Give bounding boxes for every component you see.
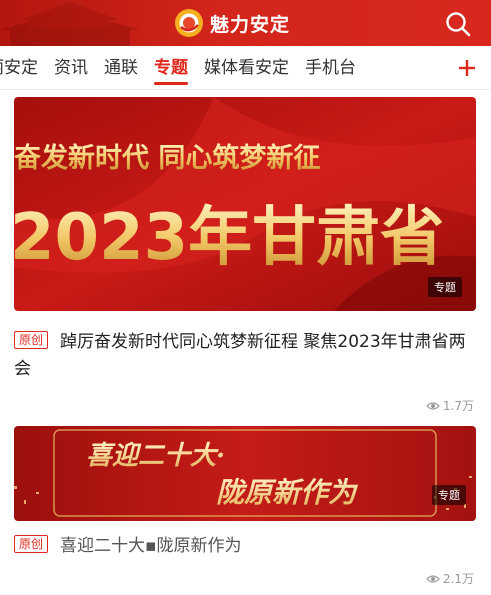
banner-artwork: 奋发新时代 同心筑梦新征 2023年甘肃省 [14,97,476,311]
feed-item[interactable]: 奋发新时代 同心筑梦新征 2023年甘肃省 专题 原创 踔厉奋发新时代同心筑梦新征… [14,97,476,414]
tab-correspondent[interactable]: 通联 [96,46,146,89]
feed-item-title[interactable]: 踔厉奋发新时代同心筑梦新征程 聚焦2023年甘肃省两会 [14,332,466,379]
feed-item[interactable]: 喜迎二十大· 陇原新作为 专题 原创 喜迎二十大▪陇原新作为 2.1万 [14,426,476,587]
tab-beautiful-anding[interactable]: 美丽安定 [0,46,46,89]
tab-special-topics[interactable]: 专题 [146,46,196,89]
app-title: 魅力安定 [210,13,291,36]
view-count-value: 2.1万 [442,572,474,586]
add-channel-button[interactable] [442,46,491,89]
eye-icon [426,574,440,583]
feed-item-title-row[interactable]: 原创 喜迎二十大▪陇原新作为 [14,533,476,560]
view-count: 2.1万 [14,570,476,587]
banner-headline-line2: 2023年甘肃省 [14,201,444,275]
original-tag: 原创 [14,331,49,349]
banner-artwork: 喜迎二十大· 陇原新作为 [14,426,476,521]
tab-mobile-tv[interactable]: 手机台 [297,46,364,89]
feed-item-banner[interactable]: 奋发新时代 同心筑梦新征 2023年甘肃省 专题 [14,97,476,311]
feed-item-title[interactable]: 喜迎二十大▪陇原新作为 [60,536,242,556]
brand-logo-icon [175,9,203,37]
topic-badge: 专题 [428,277,462,297]
feed-item-title-row[interactable]: 原创 踔厉奋发新时代同心筑梦新征程 聚焦2023年甘肃省两会 [14,329,476,383]
view-count-value: 1.7万 [442,399,474,413]
topic-badge: 专题 [432,485,466,505]
tiananmen-silhouette-icon [0,2,140,46]
tab-news[interactable]: 资讯 [46,46,96,89]
search-icon[interactable] [444,10,472,38]
banner-headline-line2: 陇原新作为 [216,476,359,509]
tab-fade-overlay [405,46,445,89]
channel-tab-strip[interactable]: 美丽安定 资讯 通联 专题 媒体看安定 手机台 [0,46,364,89]
tab-media-on-anding[interactable]: 媒体看安定 [196,46,297,89]
channel-tab-bar: 美丽安定 资讯 通联 专题 媒体看安定 手机台 [0,46,491,90]
eye-icon [426,401,440,410]
view-count: 1.7万 [14,397,476,414]
feed-item-banner[interactable]: 喜迎二十大· 陇原新作为 专题 [14,426,476,521]
app-brand: 魅力安定 [174,8,290,38]
banner-headline-line1: 奋发新时代 同心筑梦新征 [14,142,320,174]
plus-icon [458,60,475,76]
original-tag: 原创 [14,535,49,553]
app-header: 魅力安定 [0,0,491,46]
banner-headline-line1: 喜迎二十大· [86,441,225,471]
